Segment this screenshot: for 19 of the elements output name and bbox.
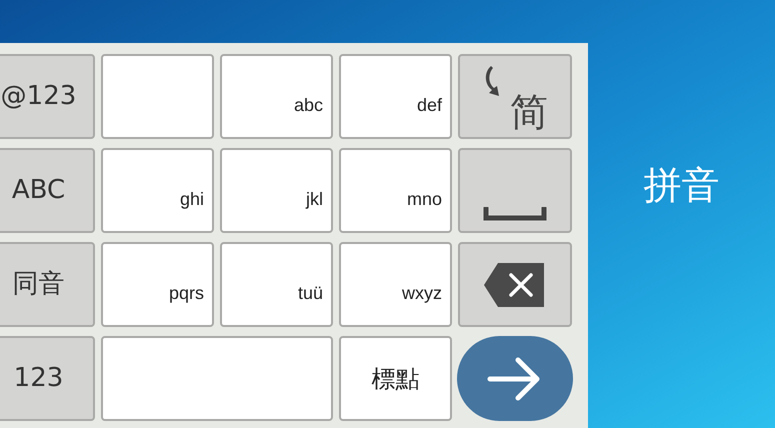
letter-key[interactable]: mno (339, 148, 452, 233)
letter-key[interactable]: tuü (220, 242, 333, 327)
letter-key[interactable]: abc (220, 54, 333, 139)
backspace-key[interactable] (458, 242, 572, 327)
letter-key[interactable]: pqrs (101, 242, 214, 327)
convert-key[interactable]: 简 (458, 54, 572, 139)
punctuation-key[interactable]: 標點 (339, 336, 452, 421)
mode-key[interactable]: 123 (0, 336, 95, 421)
space-key[interactable] (458, 148, 572, 233)
letter-key[interactable]: wxyz (339, 242, 452, 327)
mode-key[interactable]: ABC (0, 148, 95, 233)
letter-key[interactable]: def (339, 54, 452, 139)
letter-key[interactable]: jkl (220, 148, 333, 233)
input-mode-label: 拼音 (644, 166, 720, 204)
backspace-icon (484, 262, 546, 306)
space-icon (483, 207, 547, 221)
mode-key[interactable]: 同音 (0, 242, 95, 327)
mode-key[interactable]: @123 (0, 54, 95, 139)
letter-key[interactable]: ghi (101, 148, 214, 233)
